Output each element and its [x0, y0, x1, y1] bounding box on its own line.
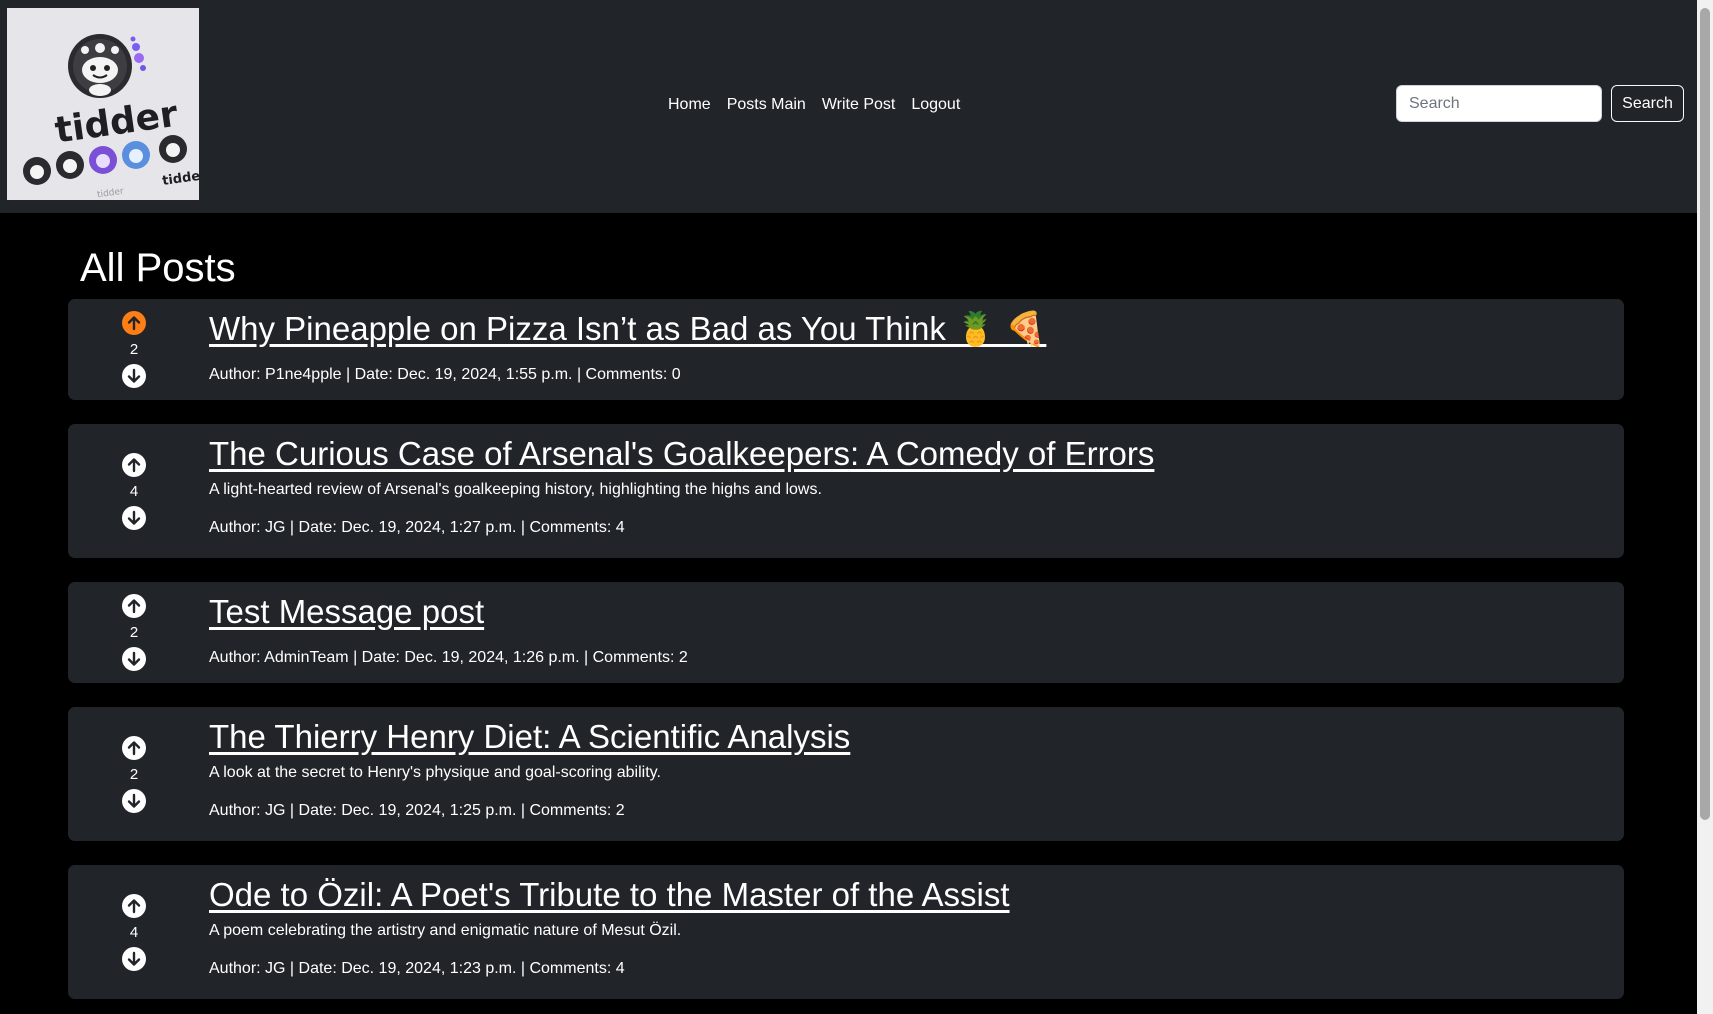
logo-image: tidder tidder tidder — [7, 8, 199, 200]
post-title-link[interactable]: The Thierry Henry Diet: A Scientific Ana… — [209, 715, 850, 759]
upvote-arrow-up-circle-icon[interactable] — [121, 593, 147, 619]
post-title-link[interactable]: Test Message post — [209, 590, 484, 634]
post-list: 2 Why Pineapple on Pizza Isn’t as Bad as … — [68, 299, 1624, 1014]
post-card: 2 Why Pineapple on Pizza Isn’t as Bad as … — [68, 299, 1624, 400]
post-title-link[interactable]: The Curious Case of Arsenal's Goalkeeper… — [209, 432, 1154, 476]
vote-count: 2 — [129, 624, 139, 641]
nav-logout-link[interactable]: Logout — [903, 94, 968, 116]
main-nav: Home Posts Main Write Post Logout — [660, 94, 968, 116]
post-body: Why Pineapple on Pizza Isn’t as Bad as Y… — [209, 307, 1604, 385]
upvote-arrow-up-circle-icon[interactable] — [121, 893, 147, 919]
vote-controls: 4 — [118, 865, 150, 999]
vote-count: 4 — [129, 482, 139, 500]
post-card: 4 Ode to Özil: A Poet's Tribute to the Ma… — [68, 865, 1624, 999]
post-card: 2 Test Message post Author: AdminTeam | Da… — [68, 582, 1624, 683]
post-body: The Thierry Henry Diet: A Scientific Ana… — [209, 715, 1604, 821]
page: tidder tidder tidder Home Posts Main Wri… — [0, 0, 1713, 1014]
scrollbar-thumb[interactable] — [1700, 8, 1710, 820]
post-card: 4 The Curious Case of Arsenal's Goalkeepe… — [68, 424, 1624, 558]
post-meta: Author: JG | Date: Dec. 19, 2024, 1:23 p… — [209, 960, 625, 977]
post-body: Ode to Özil: A Poet's Tribute to the Mas… — [209, 873, 1604, 979]
post-meta: Author: AdminTeam | Date: Dec. 19, 2024,… — [209, 649, 688, 666]
downvote-arrow-down-circle-icon[interactable] — [121, 788, 147, 814]
nav-write-post-link[interactable]: Write Post — [814, 94, 904, 116]
upvote-arrow-up-circle-icon[interactable] — [121, 310, 147, 336]
upvote-arrow-up-circle-icon[interactable] — [121, 452, 147, 478]
post-meta: Author: P1ne4pple | Date: Dec. 19, 2024,… — [209, 366, 681, 383]
post-title-link[interactable]: Ode to Özil: A Poet's Tribute to the Mas… — [209, 873, 1010, 917]
post-title-link[interactable]: Why Pineapple on Pizza Isn’t as Bad as Y… — [209, 307, 1046, 351]
post-description: A look at the secret to Henry's physique… — [209, 764, 661, 781]
nav-home-link[interactable]: Home — [660, 94, 719, 116]
post-meta: Author: JG | Date: Dec. 19, 2024, 1:25 p… — [209, 802, 625, 819]
vote-controls: 2 — [118, 299, 150, 400]
post-description: A poem celebrating the artistry and enig… — [209, 922, 682, 939]
upvote-arrow-up-circle-icon[interactable] — [121, 735, 147, 761]
downvote-arrow-down-circle-icon[interactable] — [121, 946, 147, 972]
vote-controls: 2 — [118, 707, 150, 841]
vote-count: 2 — [129, 341, 139, 358]
downvote-arrow-down-circle-icon[interactable] — [121, 363, 147, 389]
navbar: tidder tidder tidder Home Posts Main Wri… — [0, 0, 1697, 213]
nav-posts-main-link[interactable]: Posts Main — [719, 94, 814, 116]
post-card: 2 The Thierry Henry Diet: A Scientific An… — [68, 707, 1624, 841]
vote-controls: 2 — [118, 582, 150, 683]
vote-controls: 4 — [118, 424, 150, 558]
vote-count: 2 — [129, 765, 139, 783]
page-scrollbar[interactable] — [1697, 0, 1713, 1014]
post-meta: Author: JG | Date: Dec. 19, 2024, 1:27 p… — [209, 519, 625, 536]
page-title: All Posts — [80, 246, 236, 290]
downvote-arrow-down-circle-icon[interactable] — [121, 646, 147, 672]
vote-count: 4 — [129, 923, 139, 941]
downvote-arrow-down-circle-icon[interactable] — [121, 505, 147, 531]
post-body: The Curious Case of Arsenal's Goalkeeper… — [209, 432, 1604, 538]
search-input[interactable] — [1396, 85, 1602, 122]
post-description: A light-hearted review of Arsenal's goal… — [209, 481, 822, 498]
post-body: Test Message post Author: AdminTeam | Dat… — [209, 590, 1604, 668]
site-logo[interactable]: tidder tidder tidder — [7, 8, 199, 200]
search-button[interactable]: Search — [1611, 85, 1684, 122]
